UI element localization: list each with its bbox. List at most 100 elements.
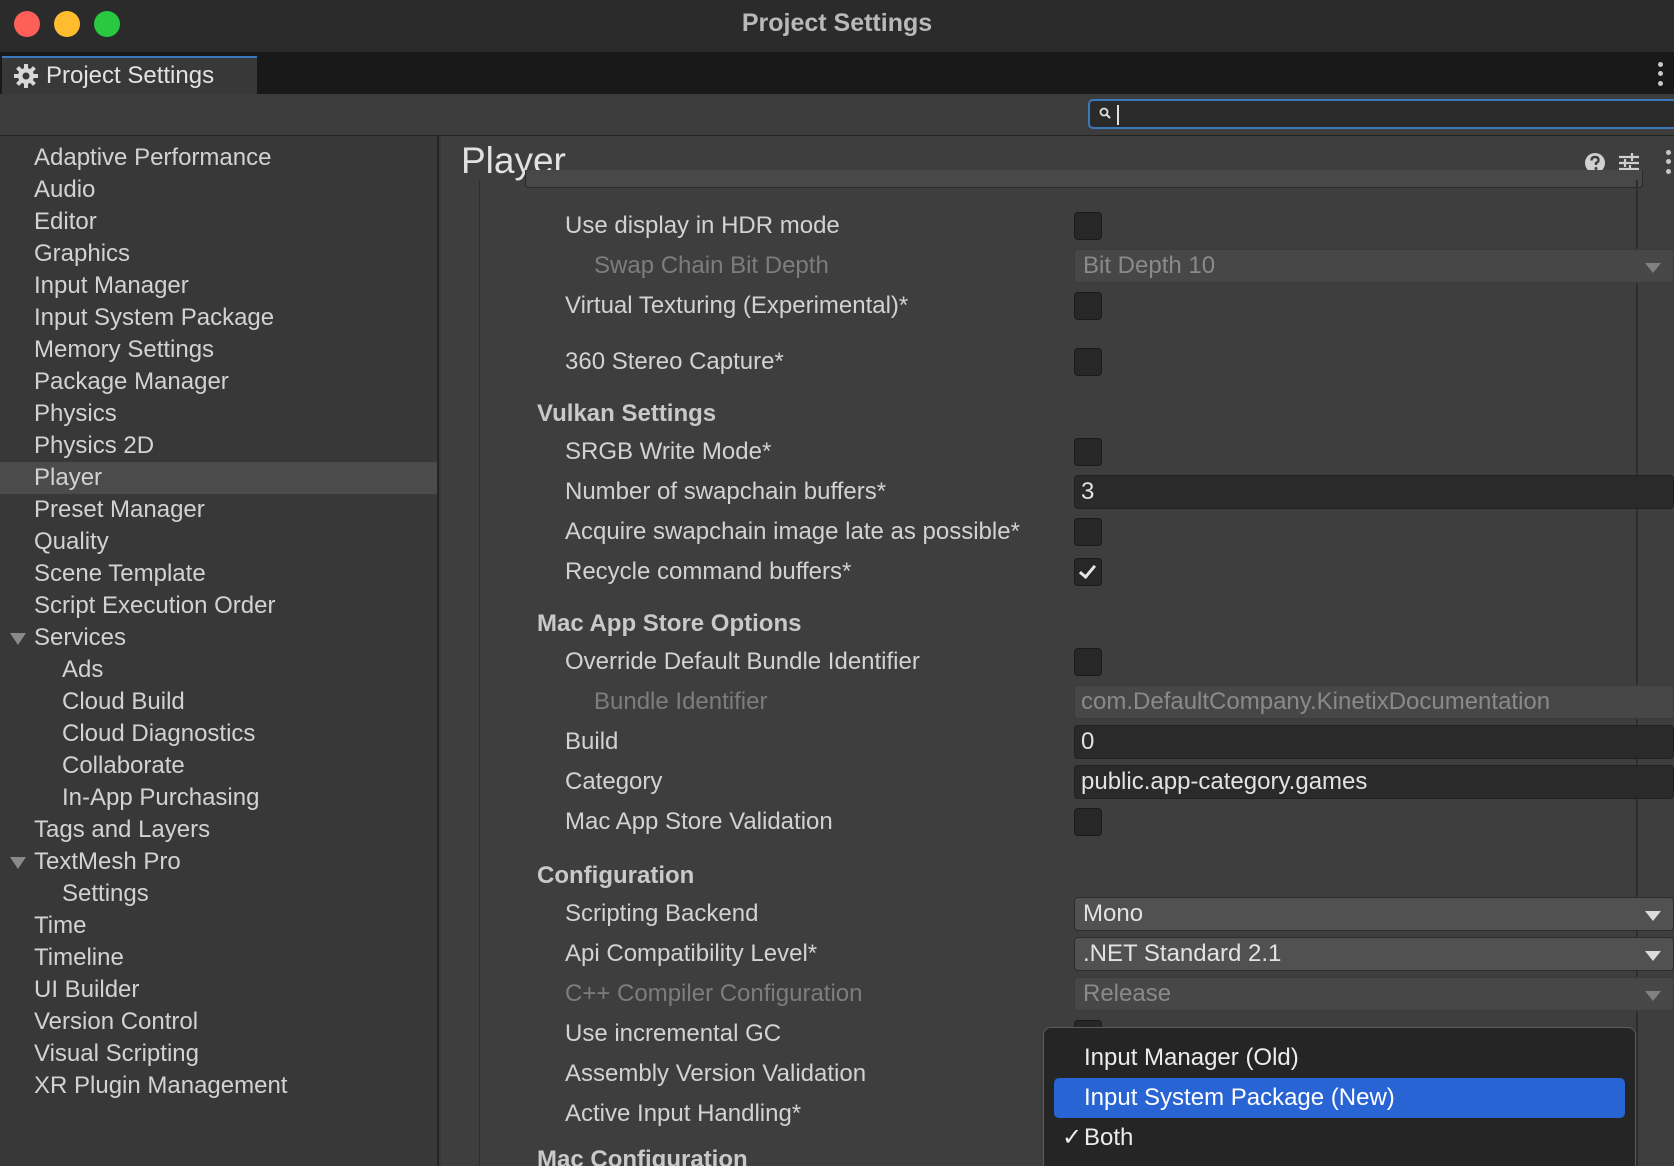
sidebar-item-audio[interactable]: Audio: [0, 174, 437, 206]
sidebar-item-player[interactable]: Player: [0, 462, 437, 494]
sidebar-item-cloud-build[interactable]: Cloud Build: [0, 686, 437, 718]
sidebar-item-label: Cloud Build: [62, 688, 185, 715]
scripting-backend-dropdown[interactable]: Mono: [1074, 897, 1674, 931]
cpp-config-dropdown[interactable]: Release: [1074, 977, 1674, 1011]
section-mac-app-store-options: Mac App Store Options: [537, 610, 802, 637]
row-mac-app-store-validation: Mac App Store Validation: [480, 804, 1640, 840]
sidebar-item-label: Version Control: [34, 1008, 199, 1035]
sidebar-item-physics[interactable]: Physics: [0, 398, 437, 430]
row-api-compatibility: Api Compatibility Level* .NET Standard 2…: [480, 936, 1674, 972]
sidebar-item-label: Collaborate: [62, 752, 185, 779]
chevron-down-icon: [1645, 991, 1661, 1001]
tab-label: Project Settings: [46, 62, 215, 89]
bundle-id-field[interactable]: com.DefaultCompany.KinetixDocumentation: [1074, 685, 1674, 719]
text-caret: [1117, 105, 1119, 125]
sidebar-item-time[interactable]: Time: [0, 910, 437, 942]
player-settings-panel: Player Use display in HDR mode Swap Chai…: [441, 136, 1674, 1166]
sidebar-item-label: Tags and Layers: [34, 816, 211, 843]
sidebar-item-memory-settings[interactable]: Memory Settings: [0, 334, 437, 366]
api-level-dropdown[interactable]: .NET Standard 2.1: [1074, 937, 1674, 971]
build-label: Build: [565, 728, 619, 755]
chevron-down-icon: [1645, 263, 1661, 273]
menu-item-input-system-package-new[interactable]: Input System Package (New): [1054, 1078, 1625, 1118]
sidebar-item-label: Settings: [62, 880, 149, 907]
sidebar-item-label: Time: [34, 912, 87, 939]
sidebar-item-preset-manager[interactable]: Preset Manager: [0, 494, 437, 526]
srgb-checkbox[interactable]: [1074, 438, 1102, 466]
sidebar-item-label: Package Manager: [34, 368, 229, 395]
category-field[interactable]: public.app-category.games: [1074, 765, 1674, 799]
title-bar: Project Settings: [0, 0, 1674, 52]
api-level-value: .NET Standard 2.1: [1083, 940, 1282, 967]
sidebar-item-label: Script Execution Order: [34, 592, 276, 619]
panel-menu-icon[interactable]: [1663, 148, 1673, 176]
sidebar-item-collaborate[interactable]: Collaborate: [0, 750, 437, 782]
section-configuration: Configuration: [537, 862, 695, 889]
sidebar-item-cloud-diagnostics[interactable]: Cloud Diagnostics: [0, 718, 437, 750]
sidebar-item-quality[interactable]: Quality: [0, 526, 437, 558]
sidebar-item-adaptive-performance[interactable]: Adaptive Performance: [0, 142, 437, 174]
row-bundle-identifier: Bundle Identifier com.DefaultCompany.Kin…: [480, 684, 1674, 720]
swap-chain-dropdown[interactable]: Bit Depth 10: [1074, 249, 1674, 283]
sidebar-item-in-app-purchasing[interactable]: In-App Purchasing: [0, 782, 437, 814]
sidebar-item-services[interactable]: Services: [0, 622, 437, 654]
menu-item-both[interactable]: ✓ Both: [1054, 1118, 1625, 1158]
hdr-mode-checkbox[interactable]: [1074, 212, 1102, 240]
tab-project-settings[interactable]: Project Settings: [2, 56, 257, 94]
menu-item-input-manager-old[interactable]: Input Manager (Old): [1054, 1038, 1625, 1078]
settings-content: Use display in HDR mode Swap Chain Bit D…: [479, 180, 1674, 1166]
sidebar-item-ui-builder[interactable]: UI Builder: [0, 974, 437, 1006]
sidebar-item-script-execution-order[interactable]: Script Execution Order: [0, 590, 437, 622]
sidebar-item-ads[interactable]: Ads: [0, 654, 437, 686]
sidebar-item-timeline[interactable]: Timeline: [0, 942, 437, 974]
sidebar-item-label: UI Builder: [34, 976, 140, 1003]
override-bundle-label: Override Default Bundle Identifier: [565, 648, 920, 675]
mas-validation-label: Mac App Store Validation: [565, 808, 833, 835]
section-mac-configuration: Mac Configuration: [537, 1146, 748, 1166]
menu-item-label: Input Manager (Old): [1084, 1044, 1299, 1071]
stereo-capture-checkbox[interactable]: [1074, 348, 1102, 376]
sidebar-item-visual-scripting[interactable]: Visual Scripting: [0, 1038, 437, 1070]
swapchain-buffers-field[interactable]: 3: [1074, 475, 1674, 509]
sidebar-item-physics-2d[interactable]: Physics 2D: [0, 430, 437, 462]
build-field[interactable]: 0: [1074, 725, 1674, 759]
hdr-mode-label: Use display in HDR mode: [565, 212, 840, 239]
recycle-checkbox[interactable]: [1074, 558, 1102, 586]
menu-item-label: Both: [1084, 1124, 1134, 1151]
sidebar-item-textmesh-settings[interactable]: Settings: [0, 878, 437, 910]
sidebar-item-label: Player: [34, 464, 103, 491]
expand-arrow-icon[interactable]: [10, 857, 26, 869]
sidebar-item-version-control[interactable]: Version Control: [0, 1006, 437, 1038]
virtual-texturing-checkbox[interactable]: [1074, 292, 1102, 320]
acquire-late-checkbox[interactable]: [1074, 518, 1102, 546]
sidebar-item-textmesh-pro[interactable]: TextMesh Pro: [0, 846, 437, 878]
incremental-gc-label: Use incremental GC: [565, 1020, 782, 1047]
scripting-backend-label: Scripting Backend: [565, 900, 759, 927]
sidebar-item-package-manager[interactable]: Package Manager: [0, 366, 437, 398]
search-input[interactable]: [1088, 99, 1674, 129]
sidebar-item-label: Ads: [62, 656, 104, 683]
sidebar-item-label: Timeline: [34, 944, 124, 971]
scripting-backend-value: Mono: [1083, 900, 1144, 927]
section-vulkan-settings: Vulkan Settings: [537, 400, 717, 427]
sidebar-item-xr-plugin-management[interactable]: XR Plugin Management: [0, 1070, 437, 1102]
bundle-id-label: Bundle Identifier: [594, 688, 768, 715]
sidebar-item-label: Services: [34, 624, 127, 651]
swapchain-buffers-label: Number of swapchain buffers*: [565, 478, 887, 505]
sidebar-item-input-system-package[interactable]: Input System Package: [0, 302, 437, 334]
sidebar-item-tags-and-layers[interactable]: Tags and Layers: [0, 814, 437, 846]
sidebar-item-editor[interactable]: Editor: [0, 206, 437, 238]
override-bundle-checkbox[interactable]: [1074, 648, 1102, 676]
row-build: Build 0: [480, 724, 1674, 760]
tab-menu-icon[interactable]: [1655, 60, 1665, 88]
sidebar-item-scene-template[interactable]: Scene Template: [0, 558, 437, 590]
sidebar-item-input-manager[interactable]: Input Manager: [0, 270, 437, 302]
mas-validation-checkbox[interactable]: [1074, 808, 1102, 836]
checkmark-icon: [1078, 560, 1097, 580]
expand-arrow-icon[interactable]: [10, 633, 26, 645]
srgb-label: SRGB Write Mode*: [565, 438, 772, 465]
virtual-texturing-label: Virtual Texturing (Experimental)*: [565, 292, 909, 319]
row-cpp-compiler: C++ Compiler Configuration Release: [480, 976, 1674, 1012]
sidebar-item-graphics[interactable]: Graphics: [0, 238, 437, 270]
sidebar-item-label: Quality: [34, 528, 109, 555]
